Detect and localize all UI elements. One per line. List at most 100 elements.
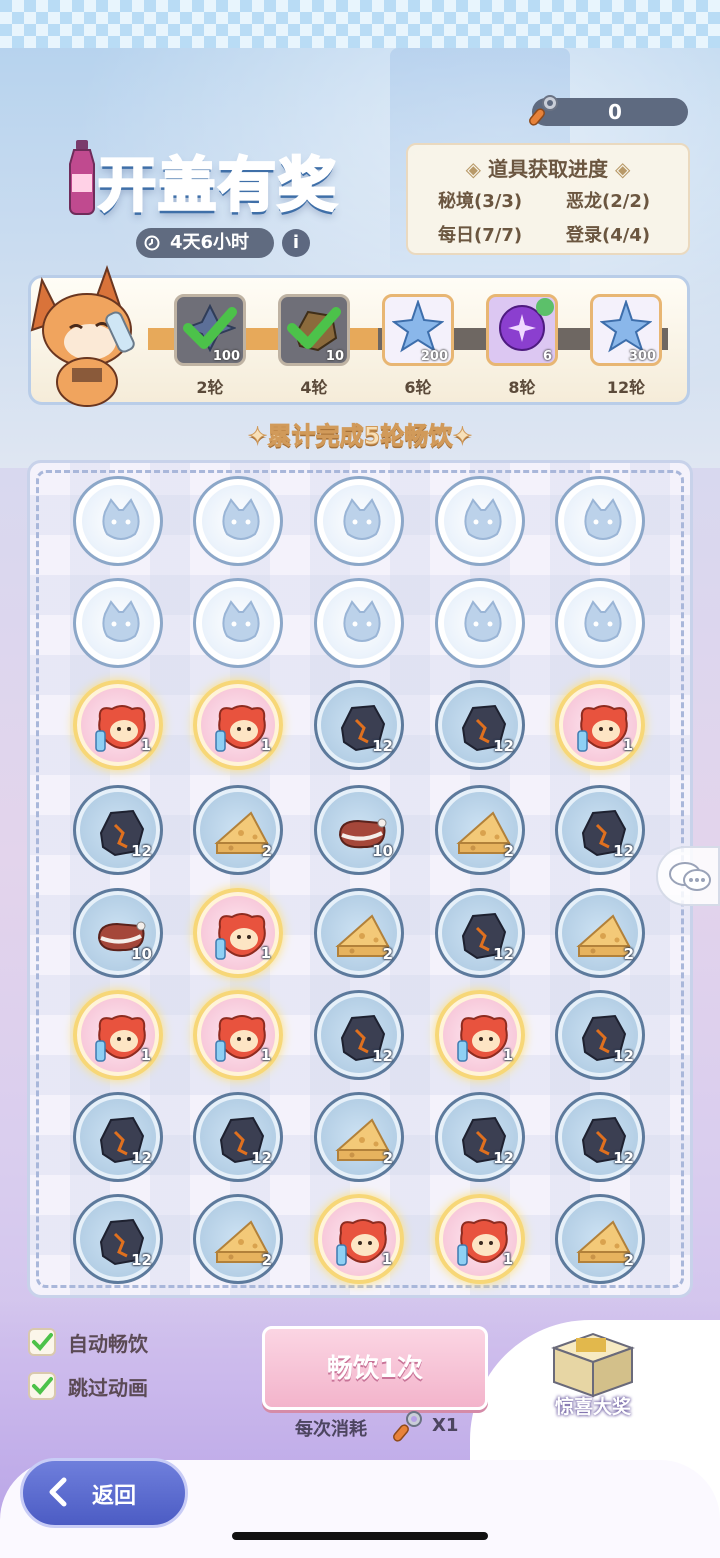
empty-icon <box>464 600 502 642</box>
cost-label: 每次消耗 <box>295 1419 367 1440</box>
milestone-label: 8轮 <box>508 378 536 397</box>
bottle-cap-cheese[interactable]: 2 <box>435 785 525 875</box>
milestone-12[interactable]: 300 <box>590 294 662 366</box>
bottle-cap-unopened[interactable] <box>73 578 163 668</box>
blue-star-crystal-icon <box>392 300 444 353</box>
empty-icon <box>102 498 140 540</box>
reward-qty: 2 <box>261 1251 272 1269</box>
bottle-cap-coal[interactable]: 12 <box>435 680 525 770</box>
check-icon <box>287 307 341 349</box>
milestone-2[interactable]: 100 <box>174 294 246 366</box>
clock-icon <box>144 235 160 251</box>
progress-title-text: 道具获取进度 <box>488 157 608 181</box>
bottle-cap-cat[interactable]: 1 <box>555 680 645 770</box>
milestone-4[interactable]: 10 <box>278 294 350 366</box>
bottle-cap-meat[interactable]: 10 <box>73 888 163 978</box>
bottle-cap-coal[interactable]: 12 <box>435 888 525 978</box>
chat-button[interactable] <box>656 846 720 906</box>
top-checker-strip <box>0 0 720 48</box>
bottle-cap-unopened[interactable] <box>314 476 404 566</box>
bottle-cap-cheese[interactable]: 2 <box>555 888 645 978</box>
milestone-label: 4轮 <box>300 378 328 397</box>
reward-qty: 12 <box>613 1047 634 1065</box>
bottle-cap-coal[interactable]: 12 <box>555 785 645 875</box>
bottle-cap-coal[interactable]: 12 <box>314 990 404 1080</box>
bottle-cap-cheese[interactable]: 2 <box>314 888 404 978</box>
reward-qty: 12 <box>493 945 514 963</box>
bottle-cap-cat[interactable]: 1 <box>435 990 525 1080</box>
reward-qty: 12 <box>131 1251 152 1269</box>
bottle-cap-coal[interactable]: 12 <box>73 1092 163 1182</box>
bottle-cap-cat[interactable]: 1 <box>193 990 283 1080</box>
bottle-cap-unopened[interactable] <box>193 476 283 566</box>
empty-icon <box>102 600 140 642</box>
empty-icon <box>343 498 381 540</box>
bottle-opener-icon <box>393 1411 422 1442</box>
bottle-cap-cat[interactable]: 1 <box>193 888 283 978</box>
bottle-cap-cat[interactable]: 1 <box>193 680 283 770</box>
reward-qty: 12 <box>372 737 393 755</box>
milestone-qty: 300 <box>628 349 656 364</box>
bottle-cap-meat[interactable]: 10 <box>314 785 404 875</box>
bottle-cap-unopened[interactable] <box>314 578 404 668</box>
bottle-cap-cat[interactable]: 1 <box>314 1194 404 1284</box>
item-progress-panel: ◈ 道具获取进度 ◈ 秘境(3/3) 恶龙(2/2) 每日(7/7) 登录(4/… <box>406 143 690 255</box>
bottle-cap-cat[interactable]: 1 <box>73 680 163 770</box>
reward-qty: 2 <box>382 945 393 963</box>
reward-qty: 12 <box>613 842 634 860</box>
auto-drink-checkbox[interactable] <box>28 1328 56 1356</box>
milestone-qty: 200 <box>420 349 448 364</box>
check-icon <box>32 1377 53 1395</box>
back-arrow-icon <box>49 1477 67 1507</box>
skip-animation-label: 跳过动画 <box>68 1376 148 1400</box>
diamond-icon: ✦ <box>452 422 473 451</box>
surprise-prize-box-icon[interactable] <box>546 1326 640 1400</box>
reward-qty: 1 <box>260 1046 271 1064</box>
bottle-cap-unopened[interactable] <box>555 578 645 668</box>
subtitle-text: 累计完成5轮畅饮 <box>267 422 453 451</box>
bottle-cap-cheese[interactable]: 2 <box>314 1092 404 1182</box>
bottle-cap-unopened[interactable] <box>555 476 645 566</box>
reward-qty: 1 <box>260 736 271 754</box>
chat-bubble-icon <box>669 862 711 891</box>
reward-qty: 1 <box>260 944 271 962</box>
reward-qty: 1 <box>140 1046 151 1064</box>
bottle-cap-coal[interactable]: 12 <box>435 1092 525 1182</box>
home-indicator[interactable] <box>232 1532 488 1540</box>
bottle-cap-unopened[interactable] <box>435 578 525 668</box>
reward-qty: 12 <box>613 1149 634 1167</box>
reward-qty: 12 <box>493 1149 514 1167</box>
rounds-completed-label: ✦累计完成5轮畅饮✦ <box>230 416 490 452</box>
bottle-cap-unopened[interactable] <box>193 578 283 668</box>
bottle-cap-coal[interactable]: 12 <box>555 990 645 1080</box>
bottle-cap-unopened[interactable] <box>73 476 163 566</box>
auto-drink-label: 自动畅饮 <box>68 1332 148 1356</box>
blue-star-crystal-icon <box>600 300 652 353</box>
bottle-cap-coal[interactable]: 12 <box>193 1092 283 1182</box>
bottle-cap-cheese[interactable]: 2 <box>193 1194 283 1284</box>
reward-qty: 2 <box>623 945 634 963</box>
progress-item-login: 登录(4/4) <box>566 225 651 246</box>
bottle-cap-cheese[interactable]: 2 <box>193 785 283 875</box>
bottle-cap-cat[interactable]: 1 <box>435 1194 525 1284</box>
diamond-icon: ◈ <box>614 157 631 181</box>
back-label: 返回 <box>92 1484 137 1509</box>
surprise-prize-label: 惊喜大奖 <box>554 1396 631 1418</box>
bottle-cap-unopened[interactable] <box>435 476 525 566</box>
milestone-label: 2轮 <box>196 378 224 397</box>
milestone-8[interactable]: 6 <box>486 294 558 366</box>
milestone-6[interactable]: 200 <box>382 294 454 366</box>
bottle-cap-cheese[interactable]: 2 <box>555 1194 645 1284</box>
skip-animation-checkbox[interactable] <box>28 1372 56 1400</box>
reward-qty: 12 <box>372 1047 393 1065</box>
reward-qty: 2 <box>382 1149 393 1167</box>
info-icon[interactable]: i <box>282 229 310 257</box>
key-count: 0 <box>608 100 622 124</box>
bottle-cap-coal[interactable]: 12 <box>73 1194 163 1284</box>
bottle-cap-coal[interactable]: 12 <box>555 1092 645 1182</box>
drink-once-label: 畅饮1次 <box>326 1354 424 1384</box>
bottle-cap-coal[interactable]: 12 <box>73 785 163 875</box>
bottle-cap-cat[interactable]: 1 <box>73 990 163 1080</box>
bottle-cap-coal[interactable]: 12 <box>314 680 404 770</box>
progress-title: ◈ 道具获取进度 ◈ <box>408 153 688 182</box>
